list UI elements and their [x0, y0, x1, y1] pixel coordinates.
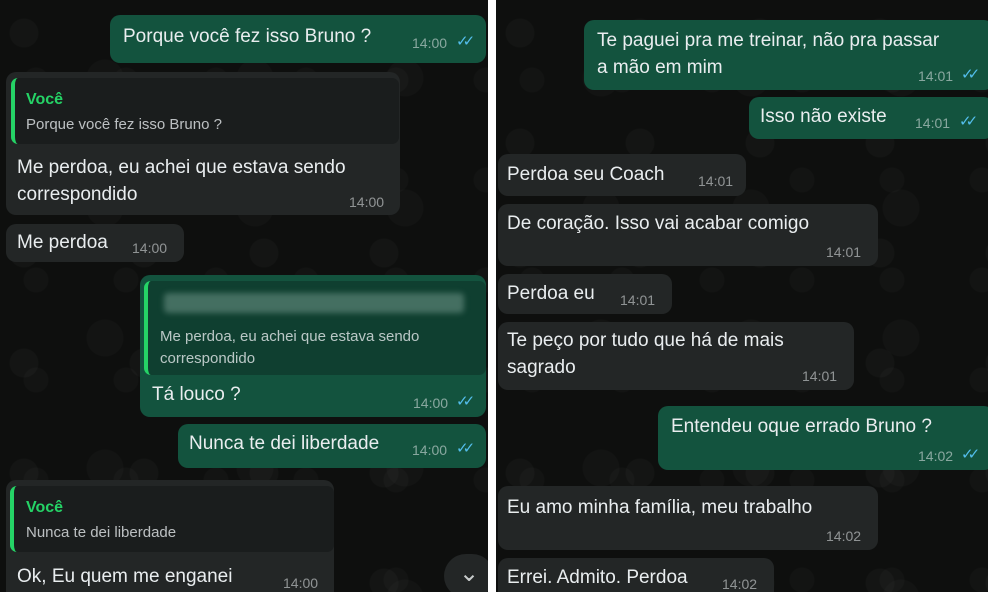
message-time: 14:01 — [826, 244, 862, 260]
message-text-line2: correspondido — [17, 184, 138, 205]
message-time: 14:00 — [283, 575, 319, 591]
read-receipt-icon: ✓✓ — [456, 33, 475, 50]
quote-text-line2: correspondido — [160, 350, 256, 367]
message-text: Tá louco ? — [152, 384, 241, 405]
outgoing-message[interactable]: Te paguei pra me treinar, não pra passar… — [584, 20, 988, 90]
chevron-down-icon: ⌄ — [458, 560, 480, 587]
message-time: 14:01 — [620, 292, 656, 308]
incoming-reply-message[interactable]: Você Porque você fez isso Bruno ? Me per… — [6, 72, 400, 215]
incoming-message[interactable]: De coração. Isso vai acabar comigo 14:01 — [498, 204, 878, 266]
message-time: 14:00 — [412, 442, 448, 458]
quote-text: Porque você fez isso Bruno ? — [26, 116, 222, 133]
read-receipt-icon: ✓✓ — [456, 440, 475, 457]
incoming-message[interactable]: Errei. Admito. Perdoa 14:02 — [498, 558, 774, 592]
message-text-line1: Te paguei pra me treinar, não pra passar — [597, 30, 940, 51]
message-time: 14:01 — [698, 173, 734, 189]
message-time: 14:01 — [915, 115, 951, 131]
message-time: 14:01 — [918, 68, 954, 84]
blurred-quote-author — [164, 293, 464, 313]
message-text: Errei. Admito. Perdoa — [507, 567, 688, 588]
quote-author: Você — [26, 91, 64, 108]
quoted-message[interactable]: Você Nunca te dei liberdade — [10, 486, 334, 552]
message-text: Nunca te dei liberdade — [189, 433, 380, 454]
message-text: Porque você fez isso Bruno ? — [123, 26, 372, 47]
incoming-message[interactable]: Me perdoa 14:00 — [6, 224, 184, 262]
outgoing-message[interactable]: Isso não existe 14:01 ✓✓ — [749, 97, 988, 139]
outgoing-reply-message[interactable]: Me perdoa, eu achei que estava sendo cor… — [140, 275, 486, 417]
message-text-line2: a mão em mim — [597, 57, 723, 78]
message-time: 14:02 — [918, 448, 954, 464]
message-text-line2: sagrado — [507, 357, 576, 378]
incoming-message[interactable]: Eu amo minha família, meu trabalho 14:02 — [498, 486, 878, 550]
quoted-message[interactable]: Me perdoa, eu achei que estava sendo cor… — [144, 281, 486, 375]
message-time: 14:00 — [413, 395, 449, 411]
message-time: 14:02 — [826, 528, 862, 544]
message-text: Entendeu oque errado Bruno ? — [671, 416, 932, 437]
quote-author: Você — [26, 499, 64, 516]
read-receipt-icon: ✓✓ — [961, 446, 980, 463]
message-text-line1: Me perdoa, eu achei que estava sendo — [17, 157, 346, 178]
message-text: Ok, Eu quem me enganei — [17, 566, 233, 587]
outgoing-message[interactable]: Entendeu oque errado Bruno ? 14:02 ✓✓ — [658, 406, 988, 470]
read-receipt-icon: ✓✓ — [961, 66, 980, 83]
right-chat-panel: Te paguei pra me treinar, não pra passar… — [496, 0, 988, 592]
incoming-reply-message[interactable]: Você Nunca te dei liberdade Ok, Eu quem … — [6, 480, 334, 592]
message-text-line1: Te peço por tudo que há de mais — [507, 330, 784, 351]
message-time: 14:00 — [412, 35, 448, 51]
incoming-message[interactable]: Perdoa eu 14:01 — [498, 274, 672, 314]
scroll-to-bottom-button[interactable]: ⌄ — [444, 554, 488, 592]
quoted-message[interactable]: Você Porque você fez isso Bruno ? — [11, 78, 399, 144]
message-text: Perdoa eu — [507, 283, 595, 304]
quote-text-line1: Me perdoa, eu achei que estava sendo — [160, 328, 420, 345]
outgoing-message[interactable]: Porque você fez isso Bruno ? 14:00 ✓✓ — [110, 15, 486, 63]
message-time: 14:00 — [132, 240, 168, 256]
incoming-message[interactable]: Perdoa seu Coach 14:01 — [498, 154, 746, 196]
message-text: Isso não existe — [760, 106, 887, 127]
message-text: De coração. Isso vai acabar comigo — [507, 213, 810, 234]
message-text: Me perdoa — [17, 232, 108, 253]
message-time: 14:01 — [802, 368, 838, 384]
message-text: Eu amo minha família, meu trabalho — [507, 497, 813, 518]
message-time: 14:00 — [349, 194, 385, 210]
quote-text: Nunca te dei liberdade — [26, 524, 177, 541]
outgoing-message[interactable]: Nunca te dei liberdade 14:00 ✓✓ — [178, 424, 486, 468]
message-time: 14:02 — [722, 576, 758, 592]
left-chat-panel: Porque você fez isso Bruno ? 14:00 ✓✓ Vo… — [0, 0, 488, 592]
read-receipt-icon: ✓✓ — [959, 113, 978, 130]
read-receipt-icon: ✓✓ — [456, 393, 475, 410]
message-text: Perdoa seu Coach — [507, 164, 665, 185]
incoming-message[interactable]: Te peço por tudo que há de mais sagrado … — [498, 322, 854, 390]
